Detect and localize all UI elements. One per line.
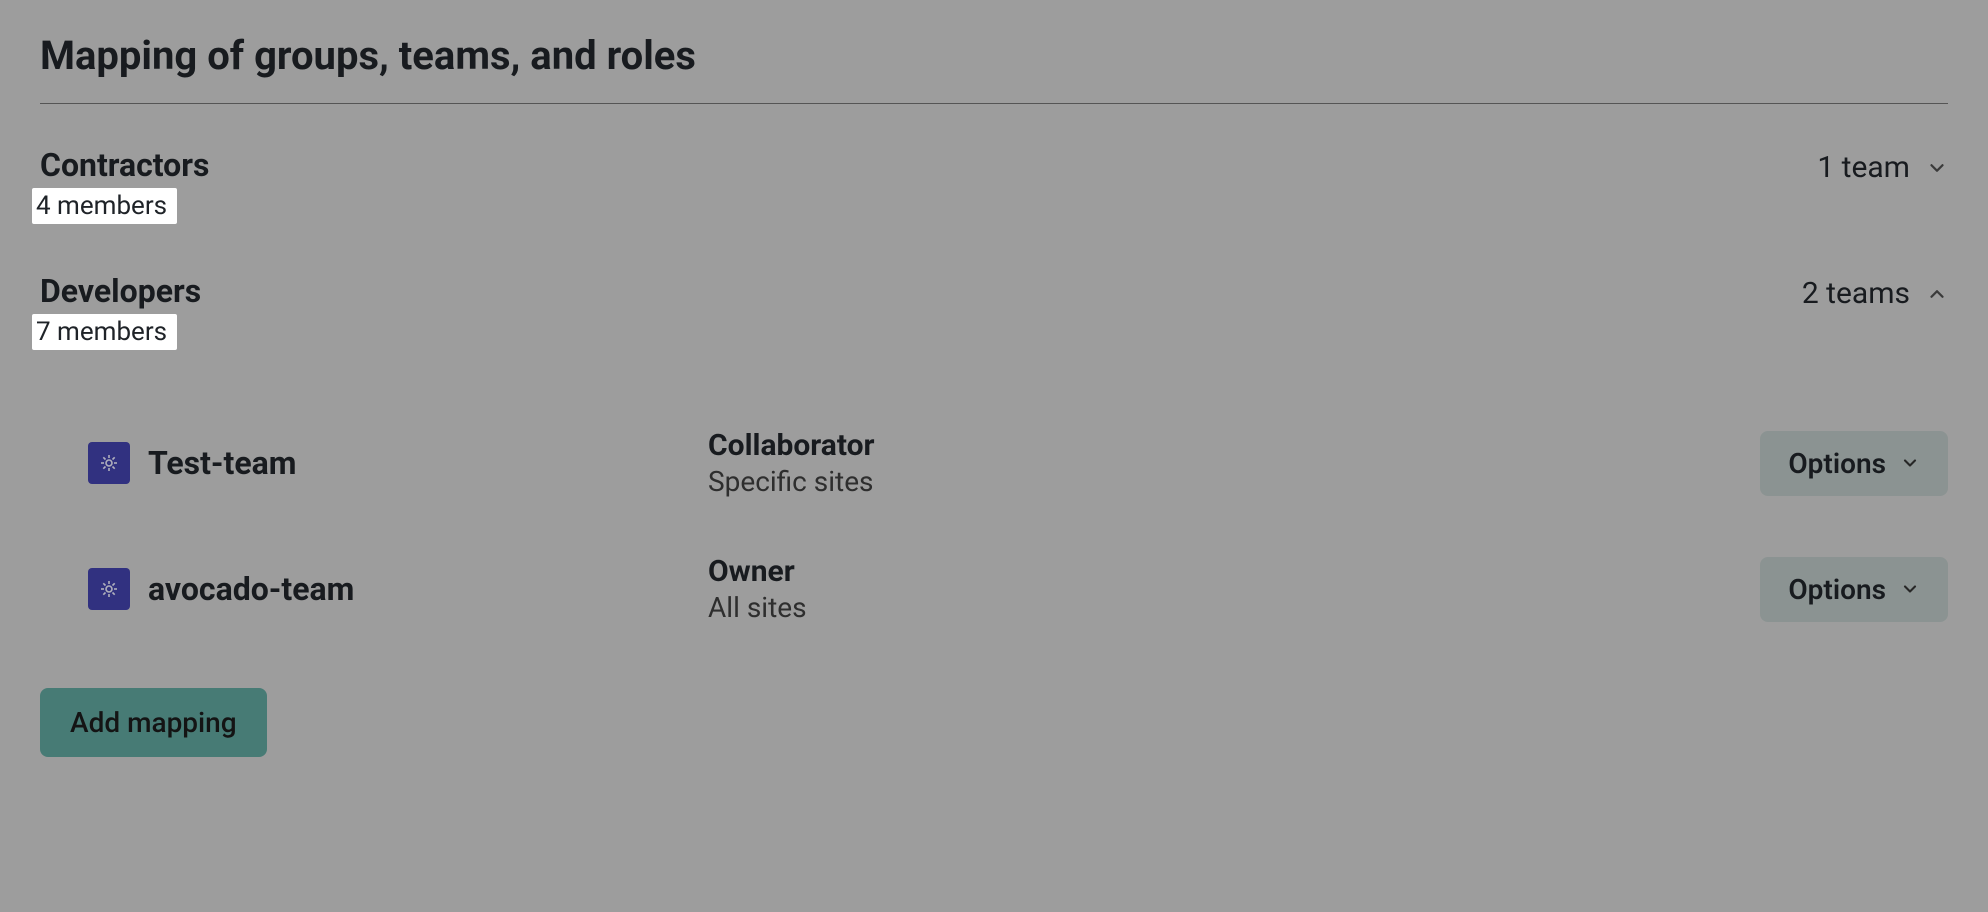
team-role-scope: Specific sites (708, 465, 1248, 498)
page-title: Mapping of groups, teams, and roles (40, 32, 1948, 104)
group-row-developers[interactable]: Developers 7 members 2 teams (40, 242, 1948, 368)
chevron-down-icon (1900, 453, 1920, 473)
team-icon (88, 442, 130, 484)
group-name: Developers (40, 272, 201, 310)
group-teams-summary: 2 teams (1802, 276, 1910, 311)
options-button[interactable]: Options (1760, 431, 1948, 496)
group-name: Contractors (40, 146, 209, 184)
group-row-contractors[interactable]: Contractors 4 members 1 team (40, 104, 1948, 242)
chevron-down-icon[interactable] (1926, 157, 1948, 179)
group-teams-summary: 1 team (1817, 150, 1910, 185)
group-members-count: 7 members (32, 314, 177, 350)
team-role: Collaborator (708, 428, 1248, 463)
team-name: avocado-team (148, 570, 708, 608)
team-name: Test-team (148, 444, 708, 482)
groups-list: Contractors 4 members 1 team Developers … (40, 104, 1948, 757)
team-row: avocado-team Owner All sites Options (88, 554, 1948, 624)
team-role-scope: All sites (708, 591, 1248, 624)
options-button-label: Options (1788, 573, 1886, 606)
team-role: Owner (708, 554, 1248, 589)
options-button-label: Options (1788, 447, 1886, 480)
team-row: Test-team Collaborator Specific sites Op… (88, 428, 1948, 498)
chevron-down-icon (1900, 579, 1920, 599)
teams-list-developers: Test-team Collaborator Specific sites Op… (40, 368, 1948, 624)
chevron-up-icon[interactable] (1926, 283, 1948, 305)
team-icon (88, 568, 130, 610)
options-button[interactable]: Options (1760, 557, 1948, 622)
add-mapping-button[interactable]: Add mapping (40, 688, 267, 757)
group-members-count: 4 members (32, 188, 177, 224)
